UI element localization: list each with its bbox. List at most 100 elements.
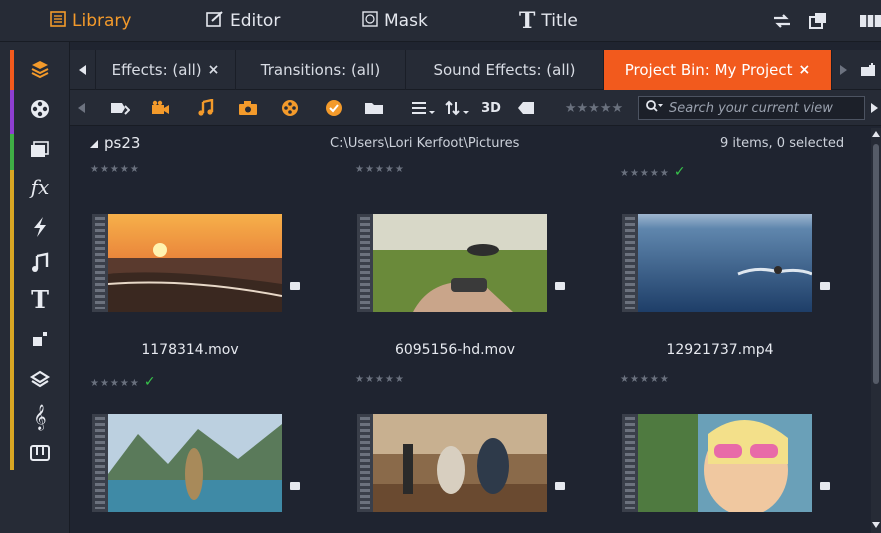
rating-stars-icon[interactable]: ★★★★★ xyxy=(620,374,670,385)
search-input[interactable]: Search your current view xyxy=(669,101,833,116)
library-menu[interactable]: Library xyxy=(50,0,131,42)
thumbnail[interactable] xyxy=(357,214,565,312)
folder-name[interactable]: ps23 xyxy=(104,134,140,152)
sort-icon[interactable] xyxy=(444,98,472,118)
library-sidebar: fx T 𝄞 xyxy=(0,42,70,533)
tab-transitions[interactable]: Transitions: (all) xyxy=(236,50,406,90)
tab-project-bin-label: Project Bin: My Project xyxy=(624,61,793,79)
mask-label: Mask xyxy=(384,11,428,31)
audio-filter-icon[interactable] xyxy=(196,98,216,118)
search-box[interactable]: Search your current view xyxy=(638,96,865,120)
rating-stars-icon[interactable]: ★★★★★ ✓ xyxy=(620,164,687,180)
collections-icon[interactable] xyxy=(26,136,54,162)
close-icon[interactable]: × xyxy=(208,62,220,78)
project-bin-icon[interactable] xyxy=(26,56,54,82)
stripe-projects xyxy=(10,50,14,90)
tag-icon[interactable] xyxy=(516,98,536,118)
media-grid: ★★★★★ 1178314.mov ★★★★★ 6095156-hd.mov ★… xyxy=(70,158,870,533)
thumbnail[interactable] xyxy=(622,214,830,312)
edit-icon xyxy=(206,10,224,32)
layers-icon[interactable] xyxy=(26,366,54,392)
photo-filter-icon[interactable] xyxy=(238,98,258,118)
lightning-icon[interactable] xyxy=(26,214,54,240)
video-filter-icon[interactable] xyxy=(150,98,170,118)
rating-stars-icon[interactable]: ★★★★★ xyxy=(355,374,405,385)
filmstrip-icon xyxy=(357,414,373,512)
filmstrip-icon xyxy=(622,214,638,312)
filmstrip-icon xyxy=(357,214,373,312)
rating-stars-icon[interactable]: ★★★★★ xyxy=(355,164,405,175)
thumbnail[interactable] xyxy=(92,414,300,512)
folder-icon xyxy=(820,482,830,490)
checked-filter-icon[interactable] xyxy=(324,98,344,118)
add-tab-button[interactable] xyxy=(856,50,881,90)
stereo-3d-toggle[interactable]: 3D xyxy=(478,98,504,118)
media-filename: 12921737.mp4 xyxy=(666,342,774,358)
folder-icon xyxy=(290,282,300,290)
filmstrip-icon xyxy=(622,414,638,512)
rating-filter-stars-icon[interactable]: ★★★★★ xyxy=(556,98,632,118)
library-icon xyxy=(50,10,66,32)
score-icon[interactable]: 𝄞 xyxy=(26,404,54,430)
tab-effects[interactable]: Effects: (all) × xyxy=(96,50,236,90)
media-filename: 1178314.mov xyxy=(141,342,239,358)
library-label: Library xyxy=(72,11,132,31)
list-view-icon[interactable] xyxy=(410,98,436,118)
menu-bar: Library Editor Mask T Title xyxy=(0,0,881,42)
tab-scroll-left[interactable] xyxy=(70,50,96,90)
editor-menu[interactable]: Editor xyxy=(206,0,280,42)
swap-icon[interactable] xyxy=(772,12,792,30)
music-note-icon[interactable] xyxy=(26,250,54,276)
tab-scroll-right[interactable] xyxy=(832,50,854,90)
thumbnail-image xyxy=(638,414,812,516)
layout-icon[interactable] xyxy=(858,12,881,30)
stripe-media xyxy=(10,90,14,134)
project-filter-icon[interactable] xyxy=(280,98,300,118)
film-reel-icon[interactable] xyxy=(26,96,54,122)
tab-transitions-label: Transitions: (all) xyxy=(260,61,381,79)
folder-icon xyxy=(820,282,830,290)
rating-stars-icon[interactable]: ★★★★★ ✓ xyxy=(90,374,157,390)
add-media-icon[interactable] xyxy=(110,98,130,118)
mask-menu[interactable]: Mask xyxy=(362,0,428,42)
montage-icon[interactable] xyxy=(26,326,54,352)
title-t-icon: T xyxy=(519,8,536,34)
thumbnail-image xyxy=(373,414,547,512)
close-icon[interactable]: × xyxy=(799,62,811,78)
fx-icon[interactable]: fx xyxy=(26,174,54,200)
collapse-triangle-icon[interactable] xyxy=(90,140,98,148)
thumbnail[interactable] xyxy=(622,414,830,516)
title-menu[interactable]: T Title xyxy=(519,0,578,42)
media-filename: 6095156-hd.mov xyxy=(394,342,516,358)
folder-icon[interactable] xyxy=(364,98,384,118)
editor-label: Editor xyxy=(230,11,281,31)
library-tab-bar: Effects: (all) × Transitions: (all) Soun… xyxy=(70,50,881,90)
tab-sound-effects-label: Sound Effects: (all) xyxy=(433,61,576,79)
undock-icon[interactable] xyxy=(808,12,828,30)
toolbar-more-icon[interactable] xyxy=(867,98,881,118)
nav-back-icon[interactable] xyxy=(72,98,92,118)
scroll-up-icon xyxy=(872,131,880,137)
folder-icon xyxy=(555,282,565,290)
add-tab-icon xyxy=(860,63,875,76)
filmstrip-icon xyxy=(92,214,108,312)
keyboard-icon[interactable] xyxy=(26,440,54,466)
vertical-scrollbar[interactable] xyxy=(871,128,881,533)
tab-sound-effects[interactable]: Sound Effects: (all) xyxy=(406,50,604,90)
stripe-content xyxy=(10,170,14,470)
folder-icon xyxy=(555,482,565,490)
item-count: 9 items, 0 selected xyxy=(720,136,845,151)
tab-project-bin[interactable]: Project Bin: My Project × xyxy=(604,50,832,90)
filmstrip-icon xyxy=(92,414,108,512)
triangle-right-icon xyxy=(840,65,847,75)
folder-path: C:\Users\Lori Kerfoot\Pictures xyxy=(330,136,520,151)
rating-stars-icon[interactable]: ★★★★★ xyxy=(90,164,140,175)
thumbnail[interactable] xyxy=(357,414,565,512)
scrollbar-thumb[interactable] xyxy=(873,144,879,384)
title-icon[interactable]: T xyxy=(26,285,54,314)
checkmark-icon: ✓ xyxy=(143,374,157,390)
thumbnail[interactable] xyxy=(92,214,300,312)
title-label: Title xyxy=(541,11,578,31)
stripe-collections xyxy=(10,134,14,170)
search-dropdown-icon[interactable] xyxy=(645,99,663,117)
